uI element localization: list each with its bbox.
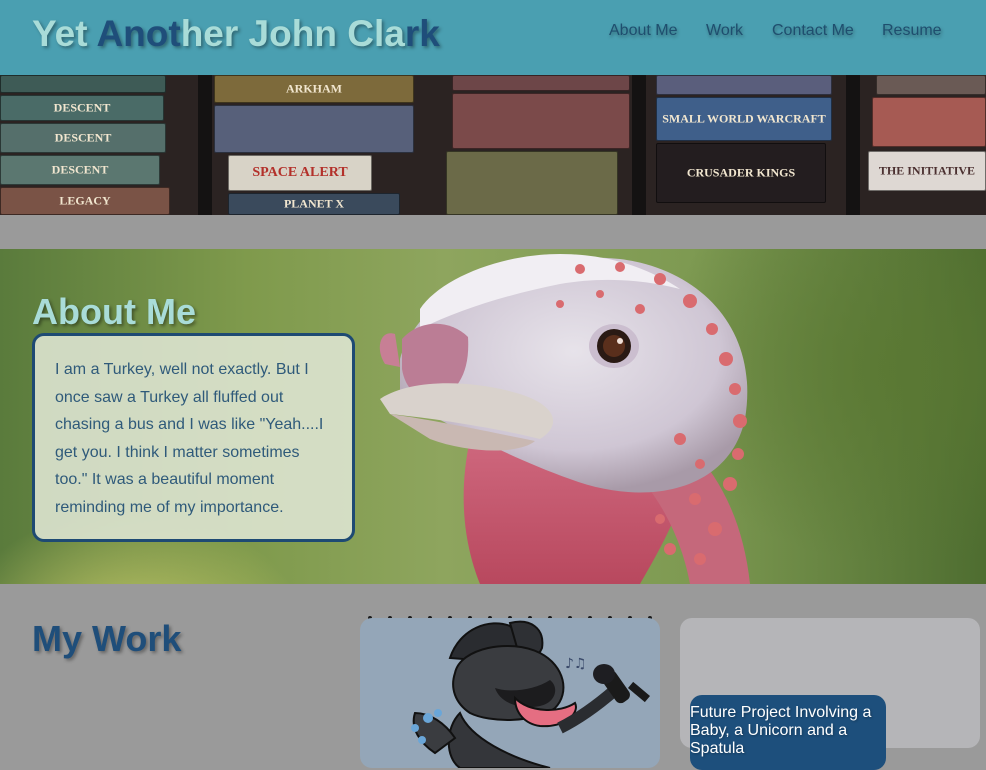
- project-label[interactable]: Future Project Involving a Baby, a Unico…: [690, 695, 886, 770]
- game-box: [452, 93, 630, 149]
- game-box: THE INITIATIVE: [868, 151, 986, 191]
- svg-text:♪♫: ♪♫: [565, 656, 587, 672]
- game-box: PLANET X: [228, 193, 400, 215]
- game-box-title: SMALL WORLD WARCRAFT: [662, 111, 826, 126]
- game-box: [872, 97, 986, 147]
- hero-banner-image: DESCENT DESCENT DESCENT LEGACY ARKHAM SP…: [0, 75, 986, 215]
- game-box: [0, 75, 166, 93]
- game-box: SMALL WORLD WARCRAFT: [656, 97, 832, 141]
- game-box-title: PLANET X: [283, 196, 345, 211]
- nav-link-resume[interactable]: Resume: [882, 22, 942, 40]
- game-box: DESCENT: [0, 123, 166, 153]
- game-box-title: THE INITIATIVE: [878, 163, 976, 178]
- game-box-title: DESCENT: [53, 100, 111, 115]
- game-box-title: DESCENT: [51, 162, 109, 177]
- game-box: [656, 75, 832, 95]
- nav-link-about[interactable]: About Me: [609, 22, 677, 40]
- game-box-title: SPACE ALERT: [252, 165, 348, 180]
- shelf-post: [198, 75, 212, 215]
- site-header: Yet Another John Clark About Me Work Con…: [0, 0, 986, 75]
- game-box-title: ARKHAM: [286, 81, 342, 96]
- about-heading: About Me: [32, 291, 196, 332]
- shelf-post: [632, 75, 646, 215]
- game-box: DESCENT: [0, 95, 164, 121]
- game-box-title: CRUSADER KINGS: [686, 165, 796, 180]
- game-box: [452, 75, 630, 91]
- game-box: SPACE ALERT: [228, 155, 372, 191]
- character-illustration: ♪♫: [411, 620, 650, 768]
- game-box: [214, 105, 414, 153]
- nav-link-work[interactable]: Work: [706, 22, 743, 40]
- game-box: [446, 151, 618, 215]
- game-box-title: DESCENT: [54, 130, 112, 145]
- main-nav: About Me Work Contact Me Resume: [0, 22, 986, 42]
- game-box: CRUSADER KINGS: [656, 143, 826, 203]
- about-card: I am a Turkey, well not exactly. But I o…: [32, 333, 355, 542]
- nav-link-contact[interactable]: Contact Me: [772, 22, 854, 40]
- game-box: LEGACY: [0, 187, 170, 215]
- project-label-text: Future Project Involving a Baby, a Unico…: [690, 704, 872, 757]
- game-box-title: LEGACY: [59, 193, 111, 208]
- shelf-post: [846, 75, 860, 215]
- game-box: ARKHAM: [214, 75, 414, 103]
- game-box: [876, 75, 986, 95]
- work-heading: My Work: [32, 618, 182, 659]
- about-text: I am a Turkey, well not exactly. But I o…: [55, 361, 324, 516]
- game-box: DESCENT: [0, 155, 160, 185]
- project-card[interactable]: ♪♫: [360, 618, 660, 768]
- about-section: About Me I am a Turkey, well not exactly…: [0, 249, 986, 584]
- section-divider: [0, 215, 986, 249]
